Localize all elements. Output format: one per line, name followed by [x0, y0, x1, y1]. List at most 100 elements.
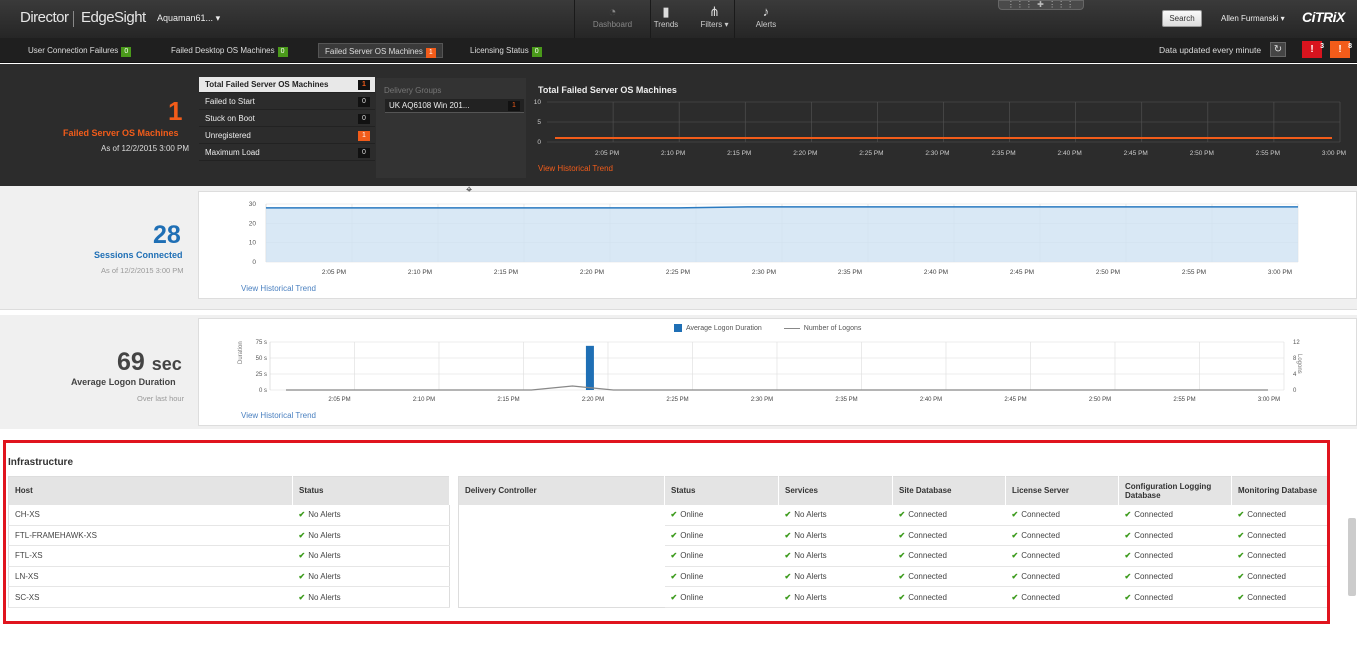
- x-tick-label: 2:10 PM: [661, 150, 685, 157]
- count-badge: 0: [531, 47, 542, 57]
- delivery-group-name: UK AQ6108 Win 201...: [389, 101, 470, 110]
- y-tick-label: 20: [249, 220, 257, 227]
- x-tick-label: 2:30 PM: [925, 150, 949, 157]
- failed-trend-chart: 10 5 0 2:05 PM 2:10 PM 2:15 PM 2:20 PM 2:25 PM 2…: [534, 99, 1346, 157]
- x-tick-label: 2:30 PM: [751, 397, 773, 403]
- x-tick-label: 2:50 PM: [1089, 397, 1111, 403]
- x-tick-label: 2:15 PM: [494, 269, 518, 276]
- x-tick-label: 2:05 PM: [595, 150, 619, 157]
- row-count: 1: [358, 131, 370, 141]
- count-badge: 0: [121, 47, 132, 57]
- y2-tick-label: 12: [1293, 340, 1300, 346]
- y-tick-label: 10: [534, 99, 542, 106]
- y-tick-label: 10: [249, 240, 257, 247]
- sessions-count: 28: [153, 221, 181, 249]
- x-tick-label: 2:50 PM: [1190, 150, 1214, 157]
- x-tick-label: 3:00 PM: [1322, 150, 1346, 157]
- failed-row-unregistered[interactable]: Unregistered 1: [199, 128, 375, 144]
- logon-title: Average Logon Duration: [71, 377, 176, 387]
- y-tick-label: 30: [249, 201, 257, 208]
- filters-icon: ⋔: [709, 4, 720, 19]
- nav-alerts[interactable]: ♪ Alerts: [747, 0, 785, 38]
- x-tick-label: 2:40 PM: [924, 269, 948, 276]
- delivery-group-item[interactable]: UK AQ6108 Win 201... 1: [385, 99, 524, 113]
- y-tick-label: 0: [537, 139, 541, 146]
- logon-view-trend-link[interactable]: View Historical Trend: [241, 411, 316, 420]
- failed-row-total[interactable]: Total Failed Server OS Machines 1: [199, 77, 375, 93]
- critical-alerts[interactable]: ! 3: [1302, 41, 1324, 58]
- row-count: 1: [358, 80, 370, 90]
- row-count: 0: [358, 148, 370, 158]
- mouse-cursor-icon: ⌖: [466, 184, 473, 196]
- delivery-groups-label: Delivery Groups: [384, 86, 442, 95]
- sessions-view-trend-link[interactable]: View Historical Trend: [241, 284, 316, 293]
- failed-view-trend-link[interactable]: View Historical Trend: [538, 164, 613, 173]
- x-tick-label: 2:05 PM: [328, 397, 350, 403]
- row-label: Stuck on Boot: [205, 114, 255, 123]
- logon-duration: 69 sec: [117, 348, 182, 377]
- x-tick-label: 2:45 PM: [1004, 397, 1026, 403]
- citrix-logo: CiTRiX: [1302, 9, 1345, 25]
- failed-row-stuck-on-boot[interactable]: Stuck on Boot 0: [199, 111, 375, 127]
- tab-failed-server-os[interactable]: Failed Server OS Machines 1: [318, 43, 443, 58]
- site-selector[interactable]: Aquaman61... ▾: [157, 13, 220, 24]
- edgesight-brand: EdgeSight: [81, 9, 146, 26]
- row-count: 0: [358, 114, 370, 124]
- row-label: Unregistered: [205, 131, 251, 140]
- status-bar: User Connection Failures 0 Failed Desktop…: [0, 38, 1357, 63]
- bar-avg-logon: [585, 345, 594, 390]
- sessions-title: Sessions Connected: [94, 250, 183, 260]
- row-label: Total Failed Server OS Machines: [205, 80, 329, 89]
- x-tick-label: 2:10 PM: [413, 397, 435, 403]
- count-badge: 1: [425, 48, 436, 58]
- y-tick-label: 5: [537, 119, 541, 126]
- row-count: 0: [358, 97, 370, 107]
- count-badge: 0: [277, 47, 288, 57]
- nav-trends[interactable]: ▮ Trends: [651, 0, 681, 38]
- grip-icon: ⋮⋮⋮ ✚ ⋮⋮⋮: [1006, 0, 1076, 9]
- tab-licensing-status[interactable]: Licensing Status 0: [464, 43, 548, 58]
- series-area: [266, 206, 1298, 262]
- tab-failed-desktop-os[interactable]: Failed Desktop OS Machines 0: [165, 43, 294, 58]
- nav-filters[interactable]: ⋔ Filters ▾: [695, 0, 735, 38]
- x-tick-label: 2:20 PM: [793, 150, 817, 157]
- sessions-as-of: As of 12/2/2015 3:00 PM: [101, 266, 184, 275]
- failed-count: 1: [168, 96, 183, 126]
- logon-chart: 75 s50 s25 s0 s128402:05 PM 2:10 PM 2:15 P…: [256, 340, 1301, 403]
- failed-row-failed-to-start[interactable]: Failed to Start 0: [199, 94, 375, 110]
- x-tick-label: 2:30 PM: [752, 269, 776, 276]
- x-tick-label: 2:35 PM: [835, 397, 857, 403]
- scrollbar[interactable]: [1348, 518, 1356, 596]
- x-tick-label: 2:50 PM: [1096, 269, 1120, 276]
- warning-alert-icon: !: [1338, 44, 1342, 55]
- x-tick-label: 2:40 PM: [1058, 150, 1082, 157]
- x-tick-label: 2:55 PM: [1256, 150, 1280, 157]
- tab-label: Failed Desktop OS Machines: [171, 46, 275, 55]
- user-name: Allen Furmanski: [1221, 14, 1279, 23]
- tab-label: User Connection Failures: [28, 46, 119, 55]
- failed-title: Failed Server OS Machines: [63, 128, 179, 138]
- tab-user-connection-failures[interactable]: User Connection Failures 0: [22, 43, 137, 58]
- x-tick-label: 2:35 PM: [838, 269, 862, 276]
- critical-alert-icon: !: [1310, 44, 1314, 55]
- drag-handle[interactable]: ⋮⋮⋮ ✚ ⋮⋮⋮: [998, 0, 1084, 10]
- user-menu[interactable]: Allen Furmanski ▾: [1221, 14, 1285, 23]
- logon-y-left-label: Duration: [238, 341, 244, 364]
- x-tick-label: 2:55 PM: [1182, 269, 1206, 276]
- tab-label: Licensing Status: [470, 46, 529, 55]
- critical-count: 3: [1320, 43, 1324, 50]
- y-tick-label: 50 s: [256, 356, 267, 362]
- failed-row-maximum-load[interactable]: Maximum Load 0: [199, 145, 375, 161]
- site-name: Aquaman61...: [157, 13, 214, 23]
- caret-down-icon: ▾: [215, 13, 221, 23]
- legend-line-label: Number of Logons: [803, 324, 862, 332]
- row-label: Failed to Start: [205, 97, 255, 106]
- update-status: Data updated every minute: [1159, 45, 1262, 55]
- warning-alerts[interactable]: ! 8: [1330, 41, 1352, 58]
- refresh-icon[interactable]: ↻: [1270, 42, 1286, 57]
- nav-dashboard[interactable]: ◔ Dashboard: [575, 0, 651, 38]
- row-label: Maximum Load: [205, 148, 260, 157]
- nav-dashboard-label: Dashboard: [592, 20, 633, 29]
- legend-bar-swatch: [674, 324, 682, 332]
- search-button[interactable]: Search: [1162, 10, 1202, 27]
